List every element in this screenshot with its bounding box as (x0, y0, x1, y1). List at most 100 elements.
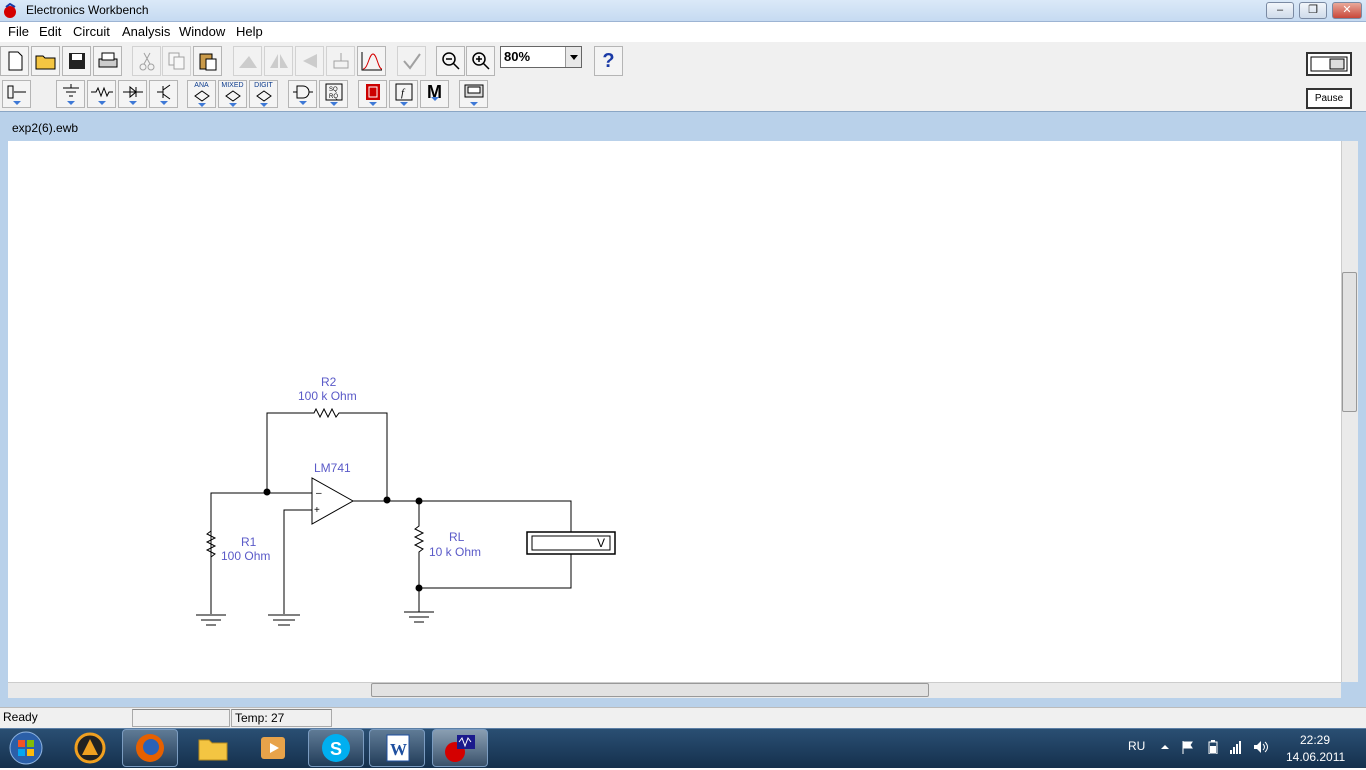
horizontal-scroll-thumb[interactable] (371, 683, 929, 697)
cut-button[interactable] (132, 46, 161, 76)
menu-window[interactable]: Window (179, 24, 225, 39)
circuit-schematic[interactable]: – + R2 100 k Ohm LM741 R1 100 Ohm RL 10 … (8, 141, 1341, 682)
subcircuit-icon (333, 53, 348, 69)
rl-value-label: 10 k Ohm (429, 545, 481, 559)
title-bar[interactable]: Electronics Workbench – ❐ ✕ (0, 0, 1366, 22)
help-button[interactable]: ? (594, 46, 623, 76)
taskbar-electronics-workbench[interactable] (432, 729, 488, 767)
paste-icon (199, 53, 216, 71)
clock-date[interactable]: 14.06.2011 (1286, 750, 1345, 764)
svg-text:RQ: RQ (329, 94, 338, 100)
seven-segment-icon (365, 83, 380, 100)
restore-button[interactable]: ❐ (1299, 2, 1327, 19)
taskbar-explorer[interactable] (185, 729, 241, 767)
subcircuit-button[interactable] (326, 46, 355, 76)
folder-icon (198, 739, 228, 761)
controls-bin-button[interactable]: f (389, 80, 418, 108)
flipflop-icon: SQRQ (325, 83, 342, 100)
svg-text:S: S (330, 739, 342, 759)
vertical-scroll-thumb[interactable] (1342, 272, 1357, 412)
status-field-empty (132, 709, 230, 727)
zoom-value: 80% (504, 49, 531, 64)
favorites-bin-button[interactable] (2, 80, 31, 108)
workbench-icon (445, 735, 475, 762)
window-title: Electronics Workbench (26, 3, 149, 17)
svg-text:SQ: SQ (329, 87, 338, 93)
zoom-select[interactable]: 80% (500, 46, 582, 68)
rotate-button[interactable] (233, 46, 262, 76)
clock-time[interactable]: 22:29 (1300, 733, 1330, 747)
misc-label: M (427, 81, 442, 102)
volume-icon[interactable] (1253, 740, 1268, 754)
favorites-icon (7, 85, 26, 98)
close-button[interactable]: ✕ (1332, 2, 1362, 19)
flip-vertical-button[interactable] (295, 46, 324, 76)
language-indicator[interactable]: RU (1128, 739, 1145, 753)
zoom-out-button[interactable] (436, 46, 465, 76)
diodes-bin-button[interactable] (118, 80, 147, 108)
copy-icon (168, 52, 184, 70)
open-file-button[interactable] (31, 46, 60, 76)
mixed-ics-label: MIXED (221, 81, 244, 89)
menu-file[interactable]: File (8, 24, 29, 39)
triangle-app-icon (74, 732, 106, 764)
indicators-bin-button[interactable] (358, 80, 387, 108)
svg-text:–: – (316, 488, 322, 499)
rotate-icon (238, 56, 257, 68)
taskbar-media-player[interactable] (245, 729, 301, 767)
network-signal-icon[interactable] (1229, 740, 1243, 754)
action-center-flag-icon[interactable] (1181, 740, 1195, 754)
transistors-bin-button[interactable] (149, 80, 178, 108)
copy-button[interactable] (162, 46, 191, 76)
instrument-icon (464, 84, 483, 97)
analog-ics-label: ANA (194, 81, 209, 89)
taskbar-word[interactable]: W (369, 729, 425, 767)
print-button[interactable] (93, 46, 122, 76)
mixed-ics-bin-button[interactable]: MIXED (218, 80, 247, 108)
logic-gate-icon (292, 85, 313, 98)
paste-button[interactable] (193, 46, 222, 76)
component-properties-button[interactable] (397, 46, 426, 76)
start-button[interactable] (2, 730, 50, 767)
menu-analysis[interactable]: Analysis (122, 24, 170, 39)
instruments-bin-button[interactable] (459, 80, 488, 108)
menu-circuit[interactable]: Circuit (73, 24, 110, 39)
document-title: exp2(6).ewb (12, 121, 79, 135)
save-icon (68, 53, 85, 69)
sources-bin-button[interactable] (56, 80, 85, 108)
rl-name-label: RL (449, 530, 465, 544)
app-icon (3, 2, 19, 19)
logic-gates-bin-button[interactable] (288, 80, 317, 108)
menu-edit[interactable]: Edit (39, 24, 61, 39)
menu-help[interactable]: Help (236, 24, 263, 39)
analog-ics-bin-button[interactable]: ANA (187, 80, 216, 108)
digital-ics-bin-button[interactable]: DIGIT (249, 80, 278, 108)
r1-value-label: 100 Ohm (221, 549, 270, 563)
mixed-ic-icon (224, 89, 241, 102)
save-button[interactable] (62, 46, 91, 76)
battery-icon[interactable] (1206, 740, 1220, 755)
flip-horizontal-icon (269, 54, 288, 68)
power-switch[interactable] (1306, 52, 1352, 76)
digital-bin-button[interactable]: SQ RQ (319, 80, 348, 108)
zoom-in-button[interactable] (466, 46, 495, 76)
flip-horizontal-button[interactable] (264, 46, 293, 76)
skype-icon: S (322, 734, 350, 762)
temperature-status: Temp: 27 (231, 709, 332, 727)
taskbar-app-1[interactable] (62, 729, 118, 767)
show-hidden-icons-icon[interactable] (1158, 740, 1172, 754)
digital-ics-label: DIGIT (254, 81, 273, 89)
r1-name-label: R1 (241, 535, 257, 549)
status-text: Ready (3, 710, 38, 724)
minimize-button[interactable]: – (1266, 2, 1294, 19)
chevron-down-icon[interactable] (565, 47, 581, 67)
basic-bin-button[interactable] (87, 80, 116, 108)
taskbar-skype[interactable]: S (308, 729, 364, 767)
miscellaneous-bin-button[interactable]: M (420, 80, 449, 108)
graph-button[interactable] (357, 46, 386, 76)
new-file-button[interactable] (0, 46, 29, 76)
taskbar-firefox[interactable] (122, 729, 178, 767)
print-icon (98, 52, 117, 68)
voltmeter-label: V (597, 536, 605, 550)
pause-button[interactable]: Pause (1306, 88, 1352, 109)
